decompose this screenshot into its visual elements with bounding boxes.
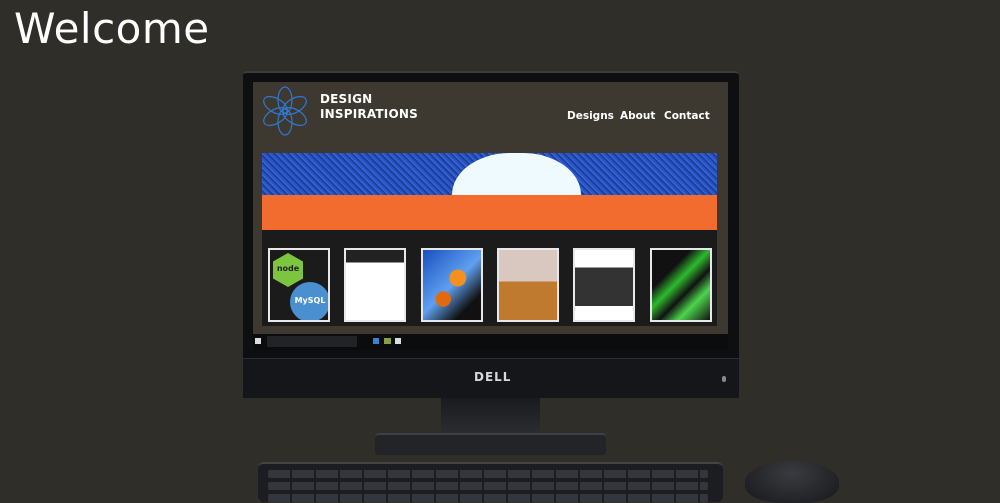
thumbnail-6[interactable] xyxy=(650,248,712,322)
thumbnail-2[interactable] xyxy=(344,248,406,322)
monitor-stand-neck xyxy=(441,398,540,434)
start-icon[interactable] xyxy=(255,338,261,344)
folder-icon[interactable] xyxy=(384,338,391,344)
dell-logo: DELL xyxy=(474,370,512,384)
app-icon[interactable] xyxy=(395,338,401,344)
nav-designs[interactable]: Designs xyxy=(567,110,614,122)
browser-icon[interactable] xyxy=(373,338,379,344)
thumbnail-fractal[interactable] xyxy=(421,248,483,322)
hero-banner-orange xyxy=(262,195,717,230)
page-title: Welcome xyxy=(14,4,210,53)
taskbar xyxy=(253,334,728,350)
site-title-line1: DESIGN xyxy=(320,92,373,106)
power-button[interactable] xyxy=(722,376,726,382)
keyboard xyxy=(258,462,723,502)
nav-about[interactable]: About xyxy=(620,110,655,122)
site-title-line2: INSPIRATIONS xyxy=(320,107,418,121)
monitor-stand-base xyxy=(375,433,606,455)
thumbnail-node-mysql[interactable]: node MySQL xyxy=(268,248,330,322)
mouse xyxy=(745,461,839,503)
thumbnail-5[interactable] xyxy=(573,248,635,322)
node-logo: node xyxy=(273,253,303,287)
thumbnail-4[interactable] xyxy=(497,248,559,322)
nav-contact[interactable]: Contact xyxy=(664,110,710,122)
gallery-panel xyxy=(262,230,717,326)
taskbar-search[interactable] xyxy=(267,336,357,347)
spiral-logo-icon xyxy=(263,86,307,136)
mysql-logo: MySQL xyxy=(290,282,328,320)
